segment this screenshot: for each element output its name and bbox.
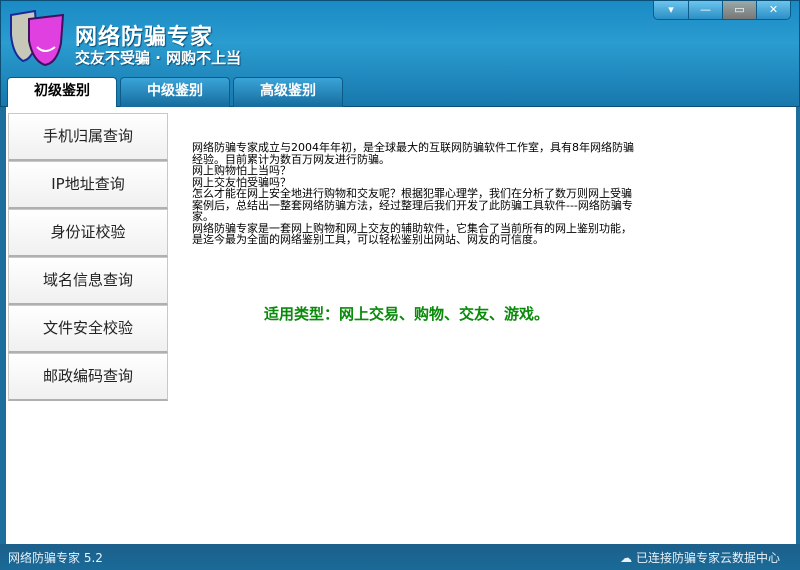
status-bar: 网络防骗专家 5.2 ☁ 已连接防骗专家云数据中心 xyxy=(0,544,800,570)
tab-intermediate[interactable]: 中级鉴别 xyxy=(120,77,230,108)
sidebar-item-postcode[interactable]: 邮政编码查询 xyxy=(8,353,168,401)
maximize-button[interactable]: ▭ xyxy=(722,1,756,19)
connection-label: 已连接防骗专家云数据中心 xyxy=(635,551,780,565)
sidebar-item-id-card[interactable]: 身份证校验 xyxy=(8,209,168,257)
cloud-icon: ☁ xyxy=(620,551,636,565)
sidebar-item-ip[interactable]: IP地址查询 xyxy=(8,161,168,209)
sidebar-item-domain[interactable]: 域名信息查询 xyxy=(8,257,168,305)
intro-line: 网络防骗专家成立与2004年年初，是全球最大的互联网防骗软件工作室，具有8年网络… xyxy=(192,141,634,166)
intro-line: 网上购物怕上当吗？ xyxy=(192,164,291,177)
intro-line: 怎么才能在网上安全地进行购物和交友呢？根据犯罪心理学，我们在分析了数万则网上受骗… xyxy=(192,187,633,223)
tab-advanced[interactable]: 高级鉴别 xyxy=(233,77,343,108)
masks-logo-icon xyxy=(10,9,65,67)
intro-text: 网络防骗专家成立与2004年年初，是全球最大的互联网防骗软件工作室，具有8年网络… xyxy=(192,142,638,246)
sidebar-item-file[interactable]: 文件安全校验 xyxy=(8,305,168,353)
app-slogan: 交友不受骗 · 网购不上当 xyxy=(75,49,242,67)
menu-button[interactable]: ▾ xyxy=(654,1,688,19)
title-bar: 网络防骗专家 交友不受骗 · 网购不上当 ▾ — ▭ ✕ 初级鉴别 中级鉴别 高… xyxy=(0,0,800,108)
sidebar: 手机归属查询 IP地址查询 身份证校验 域名信息查询 文件安全校验 邮政编码查询 xyxy=(8,113,168,401)
sidebar-item-phone[interactable]: 手机归属查询 xyxy=(8,113,168,161)
tab-basic[interactable]: 初级鉴别 xyxy=(7,77,117,108)
applicable-types: 适用类型：网上交易、购物、交友、游戏。 xyxy=(264,305,550,323)
intro-line: 网络防骗专家是一套网上购物和网上交友的辅助软件，它集合了当前所有的网上鉴别功能，… xyxy=(192,221,632,246)
main-panel: 手机归属查询 IP地址查询 身份证校验 域名信息查询 文件安全校验 邮政编码查询… xyxy=(6,107,796,544)
minimize-button[interactable]: — xyxy=(688,1,722,19)
close-button[interactable]: ✕ xyxy=(756,1,790,19)
connection-status: ☁ 已连接防骗专家云数据中心 xyxy=(620,549,780,566)
version-label: 网络防骗专家 5.2 xyxy=(8,551,103,565)
